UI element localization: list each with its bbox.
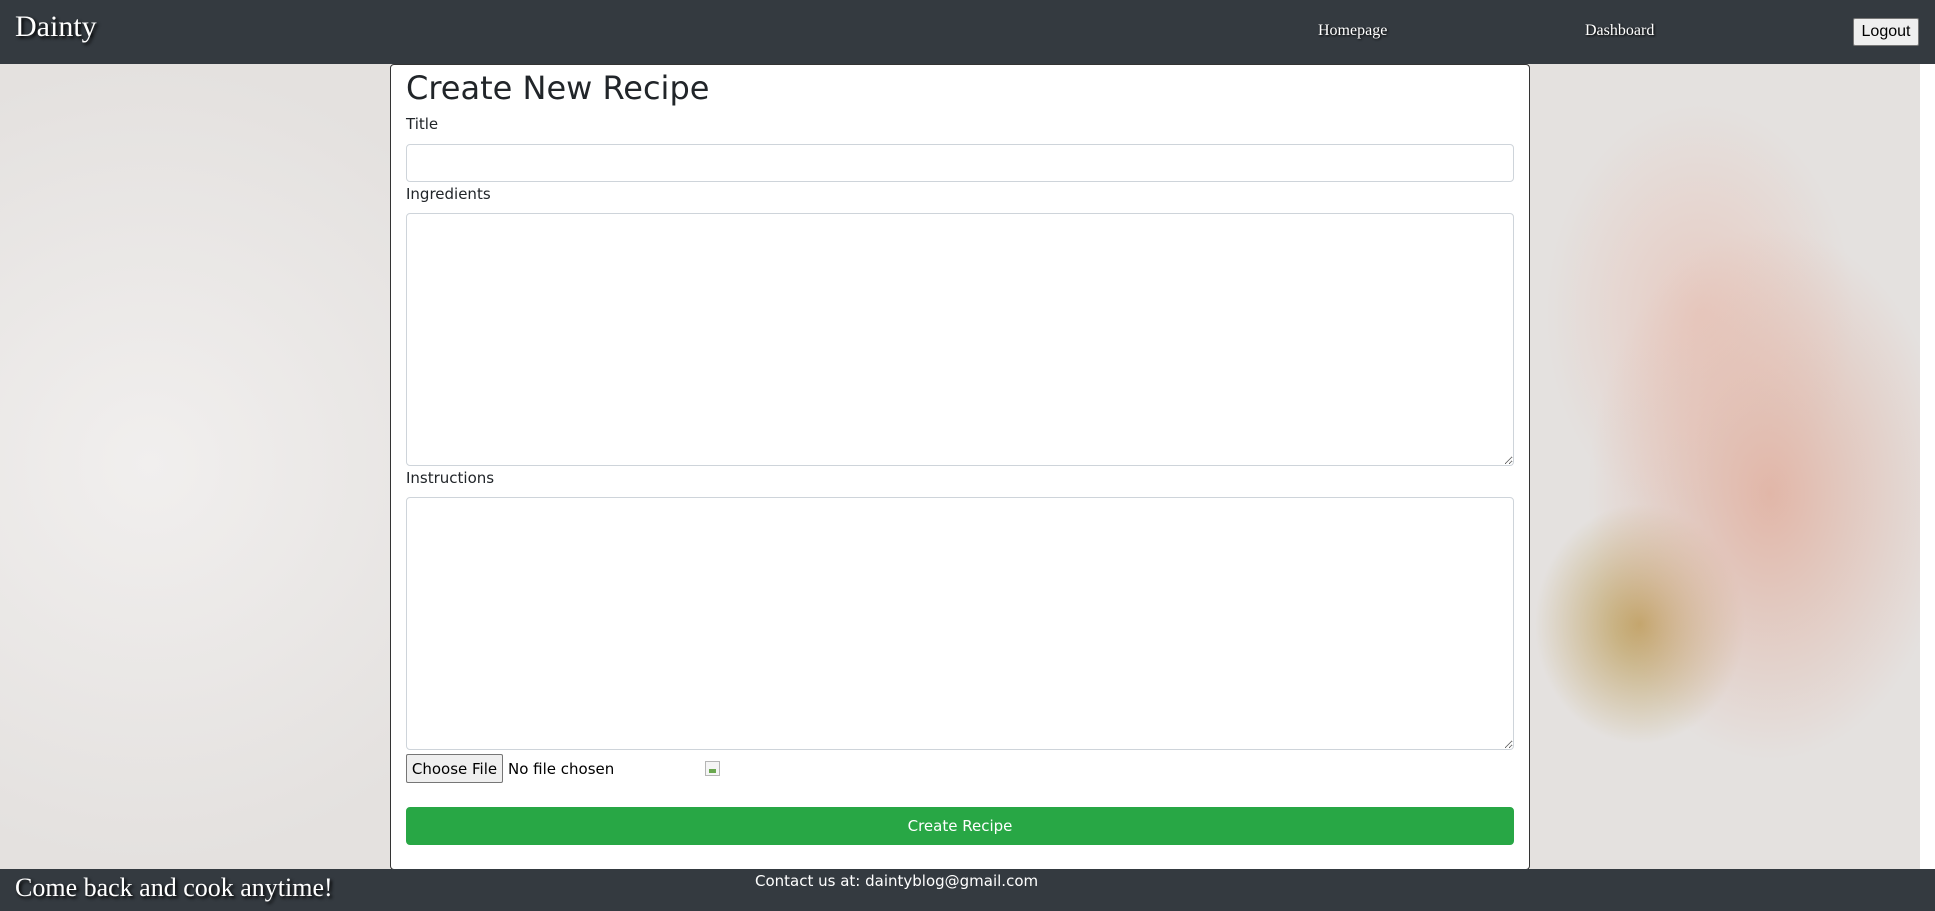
ingredients-textarea[interactable] — [406, 213, 1514, 466]
logout-button[interactable]: Logout — [1853, 18, 1919, 46]
instructions-label: Instructions — [406, 469, 495, 487]
create-recipe-card: Create New Recipe Title Ingredients Inst… — [390, 64, 1530, 870]
nav-link-dashboard[interactable]: Dashboard — [1585, 22, 1654, 40]
brand-logo[interactable]: Dainty — [15, 10, 97, 44]
footer: Come back and cook anytime! Contact us a… — [0, 869, 1935, 911]
image-preview-icon — [705, 761, 720, 776]
navbar: Dainty Homepage Dashboard Logout — [0, 0, 1935, 64]
page-title: Create New Recipe — [406, 69, 710, 107]
footer-tagline: Come back and cook anytime! — [15, 873, 333, 902]
nav-link-homepage[interactable]: Homepage — [1318, 22, 1387, 40]
choose-file-button[interactable]: Choose File — [406, 754, 503, 783]
title-label: Title — [406, 115, 439, 133]
ingredients-label: Ingredients — [406, 185, 491, 203]
title-input[interactable] — [406, 144, 1514, 182]
file-status-text: No file chosen — [508, 760, 615, 778]
instructions-textarea[interactable] — [406, 497, 1514, 750]
page-edge — [1920, 64, 1935, 869]
footer-contact: Contact us at: daintyblog@gmail.com — [755, 872, 1039, 890]
create-recipe-button[interactable]: Create Recipe — [406, 807, 1514, 845]
